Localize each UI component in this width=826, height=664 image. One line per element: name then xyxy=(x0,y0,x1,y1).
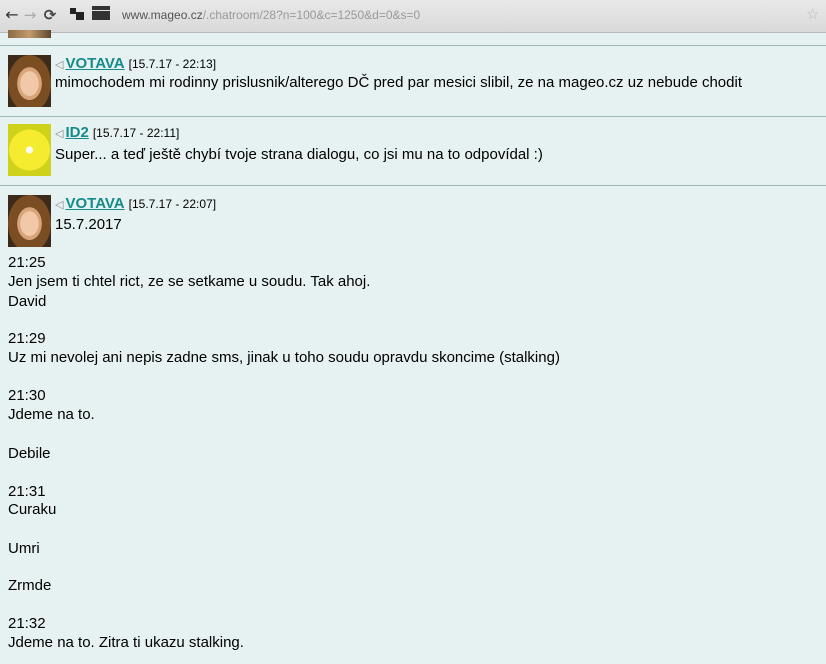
speaker-icon[interactable]: ◁ xyxy=(55,127,63,140)
speaker-icon[interactable]: ◁ xyxy=(55,58,63,71)
url-host: www.mageo.cz xyxy=(122,8,203,22)
chat-post: ◁ ID2 [15.7.17 - 22:11] Super... a teď ješ… xyxy=(0,117,826,185)
author-link[interactable]: VOTAVA xyxy=(65,195,124,212)
speaker-icon[interactable]: ◁ xyxy=(55,198,63,211)
author-link[interactable]: ID2 xyxy=(65,124,88,141)
message-line: Curaku xyxy=(8,501,57,518)
message-line: 21:32 xyxy=(8,615,46,632)
post-timestamp: [15.7.17 - 22:13] xyxy=(128,57,217,71)
message-line: 21:31 xyxy=(8,483,46,500)
post-text: 15.7.2017 xyxy=(55,216,122,233)
forward-arrow-icon[interactable]: → xyxy=(20,5,40,25)
message-line: Zrmde xyxy=(8,577,52,594)
browser-toolbar: ← → ⟳ www.mageo.cz/.chatroom/28?n=100&c=… xyxy=(0,0,826,33)
message-line: 21:29 xyxy=(8,330,46,347)
message-line: Jdeme na to. xyxy=(8,406,95,423)
message-line: 21:25 xyxy=(8,254,46,271)
address-bar[interactable]: www.mageo.cz/.chatroom/28?n=100&c=1250&d… xyxy=(116,3,822,27)
avatar[interactable] xyxy=(8,55,51,107)
message-line: Jdeme na to. Zitra ti ukazu stalking. xyxy=(8,634,244,651)
reload-icon[interactable]: ⟳ xyxy=(40,5,60,25)
avatar[interactable] xyxy=(8,30,51,38)
message-line: Uz mi nevolej ani nepis zadne sms, jinak… xyxy=(8,349,560,366)
message-line: Umri xyxy=(8,540,40,557)
back-arrow-icon[interactable]: ← xyxy=(2,5,22,25)
page-icon[interactable] xyxy=(92,6,110,20)
avatar[interactable] xyxy=(8,195,51,247)
post-timestamp: [15.7.17 - 22:11] xyxy=(92,126,180,140)
author-link[interactable]: VOTAVA xyxy=(65,55,124,72)
message-line: Debile xyxy=(8,445,51,462)
avatar[interactable] xyxy=(8,124,51,176)
bookmark-star-icon[interactable]: ☆ xyxy=(806,4,824,24)
post-timestamp: [15.7.17 - 22:07] xyxy=(128,197,217,211)
chat-post: ◁ VOTAVA [15.7.17 - 22:13] mimochodem mi r… xyxy=(0,46,826,116)
post-text: Super... a teď ještě chybí tvoje strana … xyxy=(55,146,543,163)
extension-icon[interactable] xyxy=(70,8,84,20)
post-text: mimochodem mi rodinny prislusnik/altereg… xyxy=(55,74,742,91)
message-line: 21:30 xyxy=(8,387,46,404)
message-line: Jen jsem ti chtel rict, ze se setkame u … xyxy=(8,273,371,290)
message-line: David xyxy=(8,293,47,310)
url-path: /.chatroom/28?n=100&c=1250&d=0&s=0 xyxy=(202,8,421,22)
chat-post: ◁ VOTAVA [15.7.17 - 22:07] 15.7.2017 21:25… xyxy=(0,186,826,664)
